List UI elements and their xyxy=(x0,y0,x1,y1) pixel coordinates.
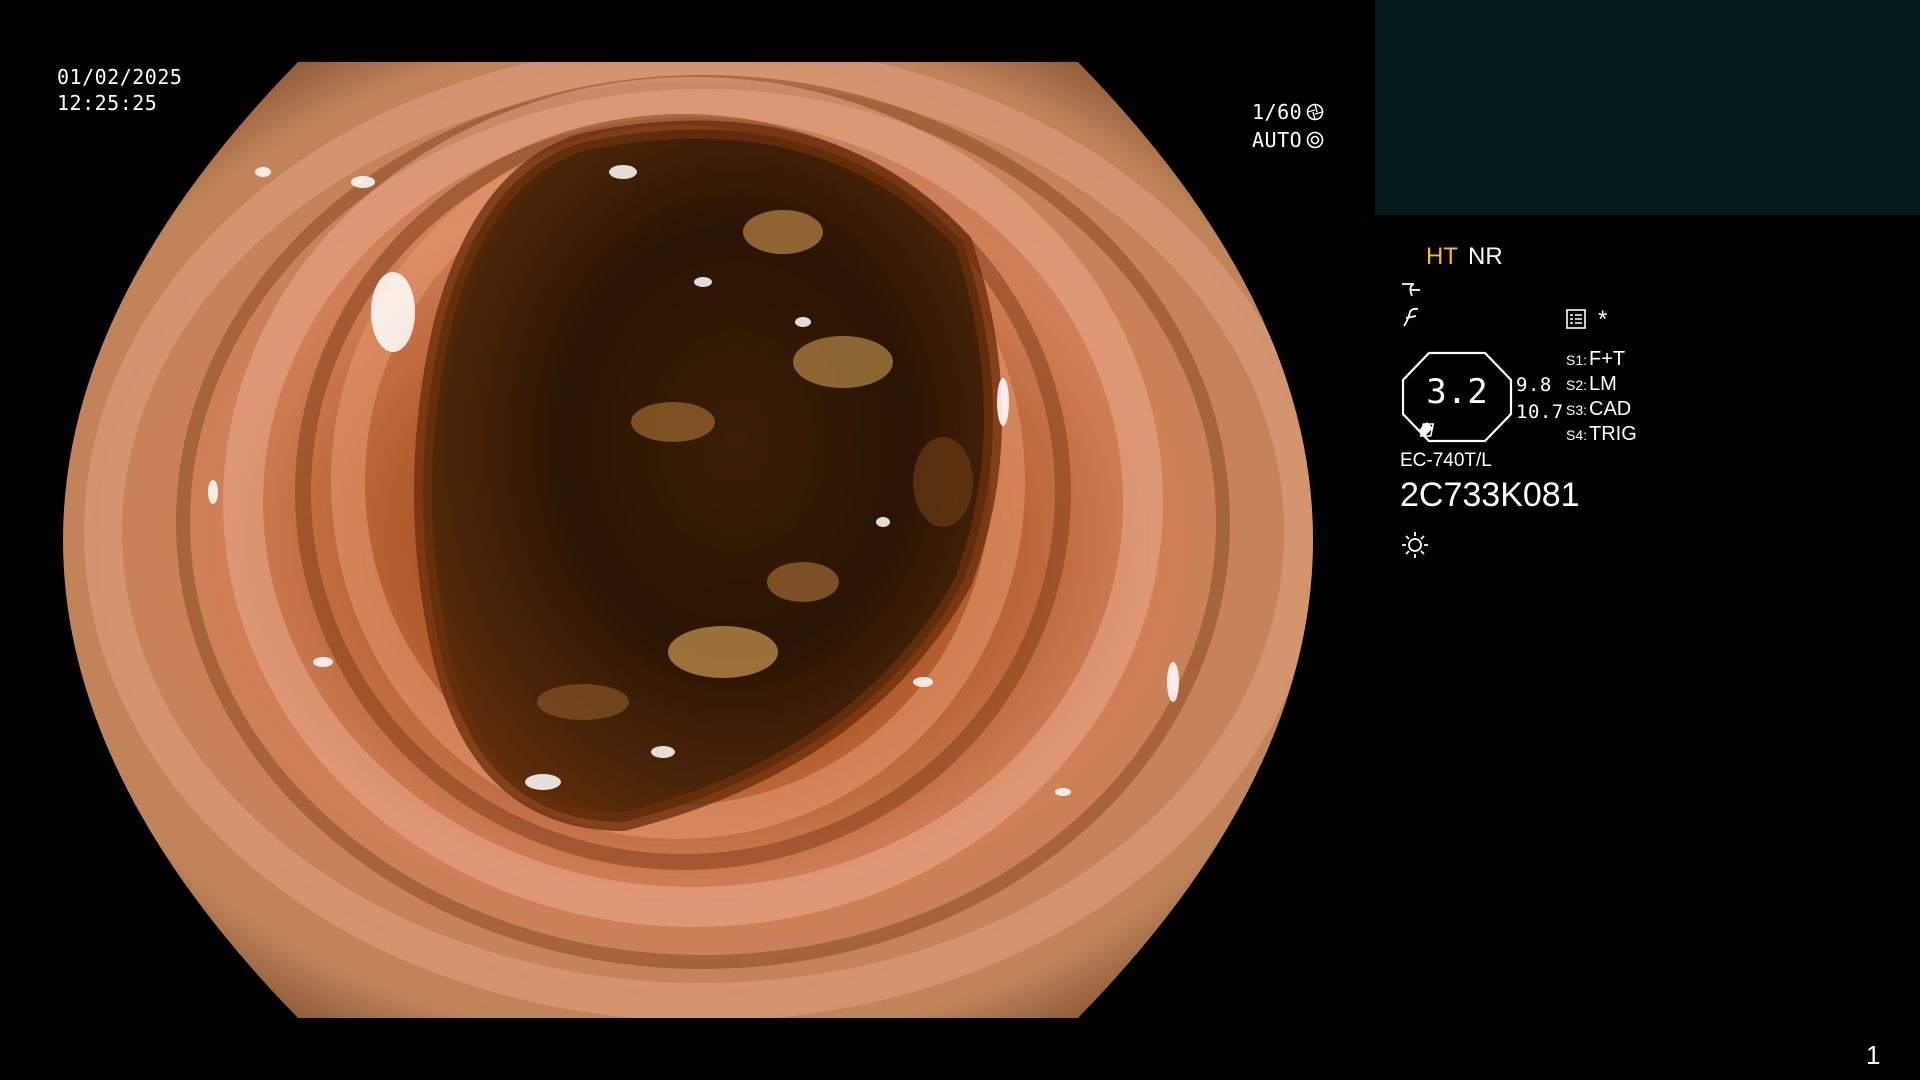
switch-assignment: S3: CAD xyxy=(1566,398,1631,421)
date-time-display: 01/02/2025 12:25:25 xyxy=(57,64,182,116)
zoom-value: 3.2 xyxy=(1426,372,1488,412)
zoom-secondary-value: 10.7 xyxy=(1516,401,1564,423)
pip-panel xyxy=(1375,0,1920,215)
switch-assignment: S1: F+T xyxy=(1566,348,1625,371)
switch-value: CAD xyxy=(1589,398,1632,420)
page-number: 1 xyxy=(1866,1040,1881,1070)
structure-enhancement-icon xyxy=(1402,283,1420,297)
iris-icon xyxy=(1306,131,1324,149)
iris-mode-text: AUTO xyxy=(1252,128,1303,152)
switch-value: F+T xyxy=(1589,348,1626,370)
menu-list-icon xyxy=(1566,309,1586,329)
switch-assignment: S2: LM xyxy=(1566,373,1617,396)
exposure-display: 1/60 AUTO xyxy=(1252,98,1324,154)
light-source-icon xyxy=(1402,532,1428,558)
switch-key: S3: xyxy=(1566,402,1588,418)
enhancement-mode-indicator: HT NR xyxy=(1426,243,1503,271)
asterisk-indicator: * xyxy=(1598,306,1608,333)
time-text: 12:25:25 xyxy=(57,91,158,115)
switch-assignment: S4: TRIG xyxy=(1566,423,1637,446)
switch-key: S2: xyxy=(1566,377,1588,393)
nr-indicator: NR xyxy=(1468,243,1503,270)
shutter-speed-text: 1/60 xyxy=(1252,100,1303,124)
switch-key: S4: xyxy=(1566,427,1588,443)
zoom-secondary-value: 9.8 xyxy=(1516,374,1552,396)
scope-serial: 2C733K081 xyxy=(1400,476,1580,514)
switch-value: LM xyxy=(1589,373,1617,395)
date-text: 01/02/2025 xyxy=(57,65,183,89)
shutter-icon xyxy=(1306,103,1324,121)
color-enhancement-icon xyxy=(1403,307,1419,327)
switch-key: S1: xyxy=(1566,352,1588,368)
endoscope-video-frame xyxy=(63,62,1313,1018)
scope-model: EC-740T/L xyxy=(1400,450,1492,471)
ht-indicator: HT xyxy=(1426,243,1458,270)
switch-value: TRIG xyxy=(1589,423,1637,445)
